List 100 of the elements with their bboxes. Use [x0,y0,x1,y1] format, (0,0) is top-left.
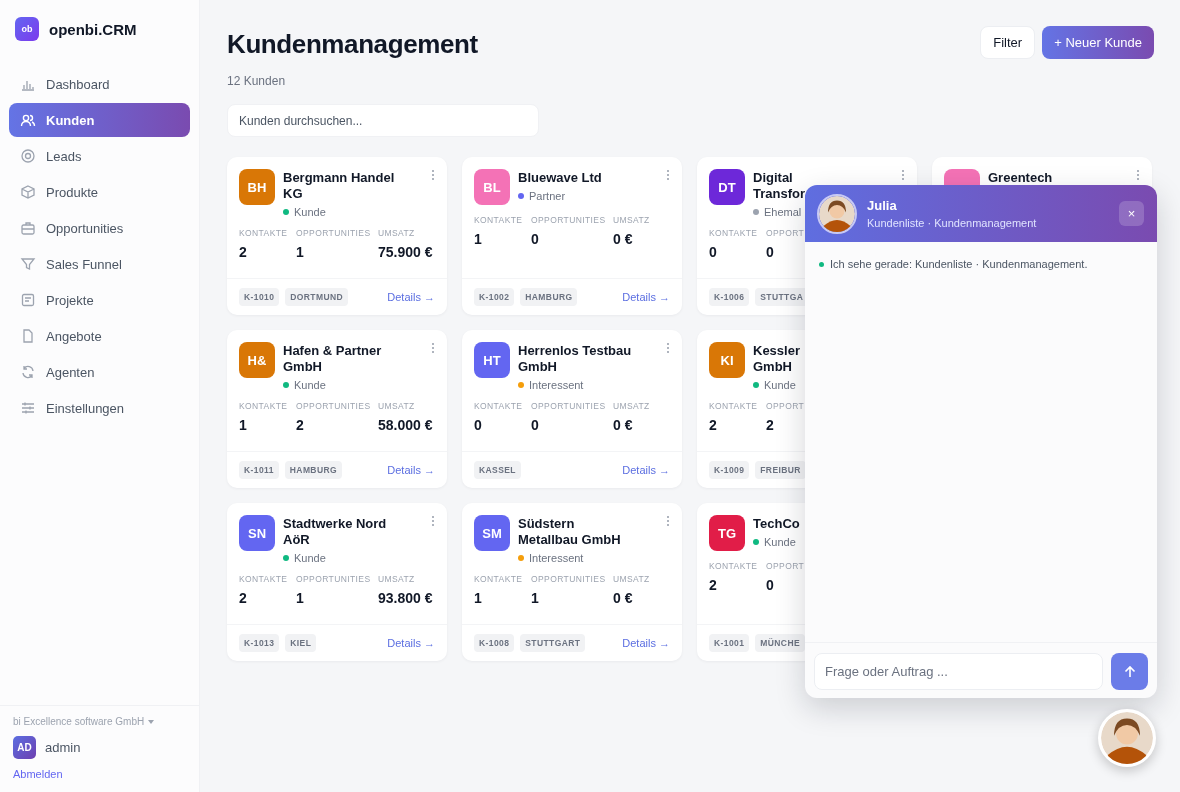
stat-label: OPPORTUNITIES [531,574,607,584]
stat-label: OPPORTUNITIES [296,228,372,238]
status-label: Kunde [294,379,326,391]
sidebar-item[interactable]: Angebote [9,319,190,353]
status-label: Interessent [529,552,584,564]
send-button[interactable] [1111,653,1148,690]
user-avatar: AD [13,736,36,759]
app-logo: ob [15,17,39,41]
company-selector[interactable]: bi Excellence software GmbH [13,716,145,727]
stat-label: KONTAKTE [709,228,759,238]
sidebar-item[interactable]: Kunden [9,103,190,137]
refresh-icon [20,364,36,380]
company-avatar: TG [709,515,745,551]
stat-label: UMSATZ [378,574,416,584]
company-name: Bluewave Ltd [518,170,603,186]
details-link[interactable]: Details → [622,291,670,303]
stat-label: OPPORTUNITIES [531,215,607,225]
assistant-avatar-button[interactable] [1098,709,1156,767]
tag: DORTMUND [285,288,349,306]
more-icon[interactable] [431,342,435,354]
company-avatar: SN [239,515,275,551]
tag: STUTTGART [520,634,586,652]
stat-label: KONTAKTE [474,215,524,225]
details-link[interactable]: Details → [622,464,670,476]
avatar-icon [1101,712,1153,764]
company-name: TechCo [753,516,801,532]
company-avatar: DT [709,169,745,205]
company-name: Bergmann Handel KG [283,170,396,202]
sidebar-item[interactable]: Agenten [9,355,190,389]
stat-label: KONTAKTE [709,401,759,411]
stat-value: 2 [709,577,718,593]
logout-link[interactable]: Abmelden [13,768,186,780]
company-name: Kessler GmbH [753,343,801,375]
stat-value: 0 [474,417,483,433]
close-button[interactable]: × [1119,201,1144,226]
stat-value: 0 [531,231,540,247]
stat-label: UMSATZ [378,228,416,238]
sidebar-item[interactable]: Sales Funnel [9,247,190,281]
more-icon[interactable] [666,515,670,527]
company-avatar: H& [239,342,275,378]
company-avatar: SM [474,515,510,551]
company-avatar: BL [474,169,510,205]
more-icon[interactable] [431,169,435,181]
app-name: openbi.CRM [49,20,137,38]
stat-value: 1 [296,244,305,260]
more-icon[interactable] [431,515,435,527]
sidebar-item[interactable]: Leads [9,139,190,173]
users-icon [20,112,36,128]
sidebar-item[interactable]: Einstellungen [9,391,190,425]
filter-icon [20,256,36,272]
stat-label: UMSATZ [613,401,651,411]
stat-label: OPPORT [766,561,806,571]
details-link[interactable]: Details → [622,637,670,649]
more-icon[interactable] [666,169,670,181]
sidebar-item[interactable]: Opportunities [9,211,190,245]
sidebar-item[interactable]: Dashboard [9,67,190,101]
tag: KASSEL [474,461,521,479]
stat-value: 2 [766,417,775,433]
tag: KIEL [285,634,317,652]
avatar-icon [817,193,857,234]
stat-label: KONTAKTE [239,228,289,238]
stat-label: KONTAKTE [474,574,524,584]
more-icon[interactable] [901,169,905,181]
details-link[interactable]: Details → [387,291,435,303]
filter-button[interactable]: Filter [980,26,1036,59]
stat-value: 2 [239,244,248,260]
tag: K-1011 [239,461,279,479]
stat-label: OPPORTUNITIES [531,401,607,411]
tag: K-1002 [474,288,515,306]
stat-label: KONTAKTE [709,561,759,571]
tag: HAMBURG [520,288,578,306]
new-customer-button[interactable]: + Neuer Kunde [1042,26,1154,59]
sidebar-item[interactable]: Produkte [9,175,190,209]
cube-icon [20,184,36,200]
stat-value: 0 [766,244,775,260]
stat-value: 1 [474,590,483,606]
company-avatar: BH [239,169,275,205]
stat-label: KONTAKTE [239,574,289,584]
details-link[interactable]: Details → [387,637,435,649]
page-title: Kundenmanagement [227,29,478,60]
more-icon[interactable] [1136,169,1140,181]
status-label: Kunde [764,536,796,548]
stat-value: 1 [474,231,483,247]
search-field[interactable]: Kunden durchsuchen... [227,104,539,137]
stat-label: OPPORTUNITIES [296,401,372,411]
stat-label: OPPORT [766,228,806,238]
stat-label: KONTAKTE [474,401,524,411]
company-avatar: KI [709,342,745,378]
stat-value: 2 [709,417,718,433]
briefcase-icon [20,220,36,236]
target-icon [20,148,36,164]
sidebar-item[interactable]: Projekte [9,283,190,317]
stat-value: 2 [296,417,305,433]
message-field[interactable]: Frage oder Auftrag ... [814,653,1103,690]
more-icon[interactable] [666,342,670,354]
stat-value: 0 € [613,417,634,433]
caret-icon[interactable] [148,719,155,724]
stat-value: 1 [239,417,248,433]
details-link[interactable]: Details → [387,464,435,476]
stat-value: 1 [531,590,540,606]
